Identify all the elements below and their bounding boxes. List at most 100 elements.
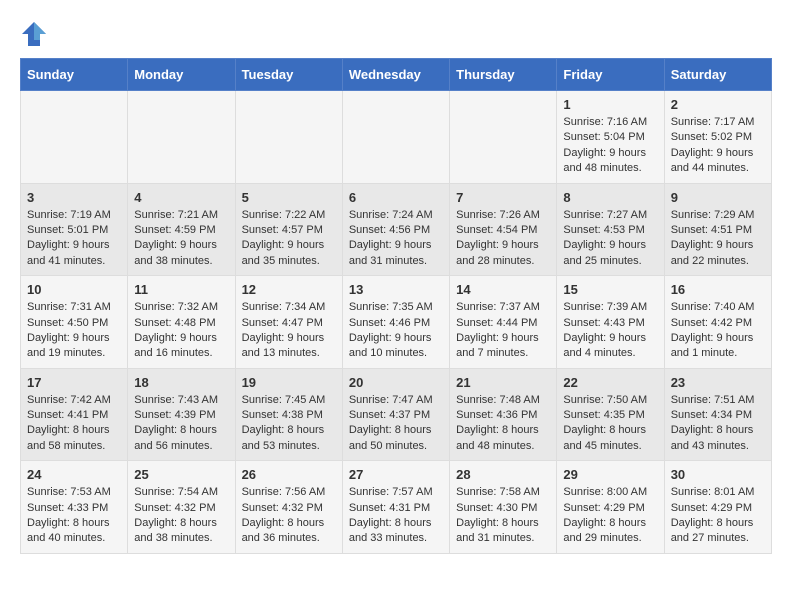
day-number: 17 — [27, 375, 121, 390]
calendar-cell — [21, 91, 128, 184]
day-number: 26 — [242, 467, 336, 482]
day-number: 27 — [349, 467, 443, 482]
day-info: Sunrise: 7:47 AM Sunset: 4:37 PM Dayligh… — [349, 393, 443, 455]
calendar-cell: 28 Sunrise: 7:58 AM Sunset: 4:30 PM Dayli… — [450, 461, 557, 554]
day-info: Sunrise: 7:19 AM Sunset: 5:01 PM Dayligh… — [27, 208, 121, 270]
calendar-cell: 12 Sunrise: 7:34 AM Sunset: 4:47 PM Dayli… — [235, 276, 342, 369]
calendar-cell: 17 Sunrise: 7:42 AM Sunset: 4:41 PM Dayli… — [21, 368, 128, 461]
day-info: Sunrise: 7:42 AM Sunset: 4:41 PM Dayligh… — [27, 393, 121, 455]
calendar-cell: 10 Sunrise: 7:31 AM Sunset: 4:50 PM Dayli… — [21, 276, 128, 369]
day-info: Sunrise: 7:56 AM Sunset: 4:32 PM Dayligh… — [242, 485, 336, 547]
calendar-cell: 3 Sunrise: 7:19 AM Sunset: 5:01 PM Daylig… — [21, 183, 128, 276]
day-info: Sunrise: 7:29 AM Sunset: 4:51 PM Dayligh… — [671, 208, 765, 270]
calendar-cell: 6 Sunrise: 7:24 AM Sunset: 4:56 PM Daylig… — [342, 183, 449, 276]
day-number: 13 — [349, 282, 443, 297]
day-number: 12 — [242, 282, 336, 297]
calendar-cell: 4Sunrise: 7:21 AM Sunset: 4:59 PM Daylig… — [128, 183, 235, 276]
weekday-header-friday: Friday — [557, 59, 664, 91]
day-number: 18 — [134, 375, 228, 390]
calendar-cell: 27Sunrise: 7:57 AM Sunset: 4:31 PM Dayli… — [342, 461, 449, 554]
calendar-cell: 26 Sunrise: 7:56 AM Sunset: 4:32 PM Dayli… — [235, 461, 342, 554]
day-info: Sunrise: 7:50 AM Sunset: 4:35 PM Dayligh… — [563, 393, 657, 455]
day-info: Sunrise: 7:34 AM Sunset: 4:47 PM Dayligh… — [242, 300, 336, 362]
day-info: Sunrise: 7:22 AM Sunset: 4:57 PM Dayligh… — [242, 208, 336, 270]
day-info: Sunrise: 7:32 AM Sunset: 4:48 PM Dayligh… — [134, 300, 228, 362]
calendar-cell: 30Sunrise: 8:01 AM Sunset: 4:29 PM Dayli… — [664, 461, 771, 554]
day-number: 3 — [27, 190, 121, 205]
calendar-cell: 11 Sunrise: 7:32 AM Sunset: 4:48 PM Dayli… — [128, 276, 235, 369]
day-number: 2 — [671, 97, 765, 112]
day-info: Sunrise: 7:37 AM Sunset: 4:44 PM Dayligh… — [456, 300, 550, 362]
day-number: 8 — [563, 190, 657, 205]
weekday-header-tuesday: Tuesday — [235, 59, 342, 91]
day-info: Sunrise: 7:24 AM Sunset: 4:56 PM Dayligh… — [349, 208, 443, 270]
week-row-2: 3 Sunrise: 7:19 AM Sunset: 5:01 PM Daylig… — [21, 183, 772, 276]
calendar-cell — [128, 91, 235, 184]
weekday-header-wednesday: Wednesday — [342, 59, 449, 91]
day-info: Sunrise: 7:54 AM Sunset: 4:32 PM Dayligh… — [134, 485, 228, 547]
weekday-header-saturday: Saturday — [664, 59, 771, 91]
day-info: Sunrise: 7:17 AM Sunset: 5:02 PM Dayligh… — [671, 115, 765, 177]
day-info: Sunrise: 7:31 AM Sunset: 4:50 PM Dayligh… — [27, 300, 121, 362]
day-number: 11 — [134, 282, 228, 297]
day-number: 20 — [349, 375, 443, 390]
day-info: Sunrise: 7:27 AM Sunset: 4:53 PM Dayligh… — [563, 208, 657, 270]
day-info: Sunrise: 7:51 AM Sunset: 4:34 PM Dayligh… — [671, 393, 765, 455]
day-info: Sunrise: 7:48 AM Sunset: 4:36 PM Dayligh… — [456, 393, 550, 455]
day-info: Sunrise: 7:35 AM Sunset: 4:46 PM Dayligh… — [349, 300, 443, 362]
day-info: Sunrise: 7:58 AM Sunset: 4:30 PM Dayligh… — [456, 485, 550, 547]
calendar-cell: 1Sunrise: 7:16 AM Sunset: 5:04 PM Daylig… — [557, 91, 664, 184]
day-number: 15 — [563, 282, 657, 297]
week-row-4: 17 Sunrise: 7:42 AM Sunset: 4:41 PM Dayli… — [21, 368, 772, 461]
day-number: 29 — [563, 467, 657, 482]
calendar-table: SundayMondayTuesdayWednesdayThursdayFrid… — [20, 58, 772, 554]
calendar-cell: 16Sunrise: 7:40 AM Sunset: 4:42 PM Dayli… — [664, 276, 771, 369]
calendar-cell: 14 Sunrise: 7:37 AM Sunset: 4:44 PM Dayli… — [450, 276, 557, 369]
day-number: 14 — [456, 282, 550, 297]
day-number: 5 — [242, 190, 336, 205]
day-number: 25 — [134, 467, 228, 482]
page-header — [20, 20, 772, 48]
day-info: Sunrise: 7:53 AM Sunset: 4:33 PM Dayligh… — [27, 485, 121, 547]
calendar-cell: 22 Sunrise: 7:50 AM Sunset: 4:35 PM Dayli… — [557, 368, 664, 461]
calendar-cell — [450, 91, 557, 184]
calendar-cell: 15 Sunrise: 7:39 AM Sunset: 4:43 PM Dayli… — [557, 276, 664, 369]
week-row-5: 24 Sunrise: 7:53 AM Sunset: 4:33 PM Dayli… — [21, 461, 772, 554]
weekday-header-thursday: Thursday — [450, 59, 557, 91]
calendar-cell: 2 Sunrise: 7:17 AM Sunset: 5:02 PM Daylig… — [664, 91, 771, 184]
weekday-header-sunday: Sunday — [21, 59, 128, 91]
calendar-cell: 13 Sunrise: 7:35 AM Sunset: 4:46 PM Dayli… — [342, 276, 449, 369]
day-number: 7 — [456, 190, 550, 205]
calendar-cell: 19Sunrise: 7:45 AM Sunset: 4:38 PM Dayli… — [235, 368, 342, 461]
calendar-cell — [235, 91, 342, 184]
calendar-cell: 24 Sunrise: 7:53 AM Sunset: 4:33 PM Dayli… — [21, 461, 128, 554]
calendar-cell: 7 Sunrise: 7:26 AM Sunset: 4:54 PM Daylig… — [450, 183, 557, 276]
day-number: 9 — [671, 190, 765, 205]
calendar-cell: 9 Sunrise: 7:29 AM Sunset: 4:51 PM Daylig… — [664, 183, 771, 276]
day-number: 24 — [27, 467, 121, 482]
day-info: Sunrise: 7:26 AM Sunset: 4:54 PM Dayligh… — [456, 208, 550, 270]
day-number: 21 — [456, 375, 550, 390]
day-number: 6 — [349, 190, 443, 205]
day-info: Sunrise: 8:00 AM Sunset: 4:29 PM Dayligh… — [563, 485, 657, 547]
calendar-cell: 25 Sunrise: 7:54 AM Sunset: 4:32 PM Dayli… — [128, 461, 235, 554]
weekday-header-row: SundayMondayTuesdayWednesdayThursdayFrid… — [21, 59, 772, 91]
calendar-cell: 20 Sunrise: 7:47 AM Sunset: 4:37 PM Dayli… — [342, 368, 449, 461]
day-number: 22 — [563, 375, 657, 390]
weekday-header-monday: Monday — [128, 59, 235, 91]
day-number: 23 — [671, 375, 765, 390]
calendar-cell: 18 Sunrise: 7:43 AM Sunset: 4:39 PM Dayli… — [128, 368, 235, 461]
day-info: Sunrise: 7:43 AM Sunset: 4:39 PM Dayligh… — [134, 393, 228, 455]
day-number: 10 — [27, 282, 121, 297]
day-number: 28 — [456, 467, 550, 482]
day-info: Sunrise: 7:16 AM Sunset: 5:04 PM Dayligh… — [563, 115, 657, 177]
day-info: Sunrise: 8:01 AM Sunset: 4:29 PM Dayligh… — [671, 485, 765, 547]
calendar-cell: 29 Sunrise: 8:00 AM Sunset: 4:29 PM Dayli… — [557, 461, 664, 554]
calendar-cell: 21 Sunrise: 7:48 AM Sunset: 4:36 PM Dayli… — [450, 368, 557, 461]
calendar-cell — [342, 91, 449, 184]
week-row-1: 1Sunrise: 7:16 AM Sunset: 5:04 PM Daylig… — [21, 91, 772, 184]
day-number: 19 — [242, 375, 336, 390]
calendar-cell: 23 Sunrise: 7:51 AM Sunset: 4:34 PM Dayli… — [664, 368, 771, 461]
calendar-cell: 5 Sunrise: 7:22 AM Sunset: 4:57 PM Daylig… — [235, 183, 342, 276]
day-info: Sunrise: 7:39 AM Sunset: 4:43 PM Dayligh… — [563, 300, 657, 362]
